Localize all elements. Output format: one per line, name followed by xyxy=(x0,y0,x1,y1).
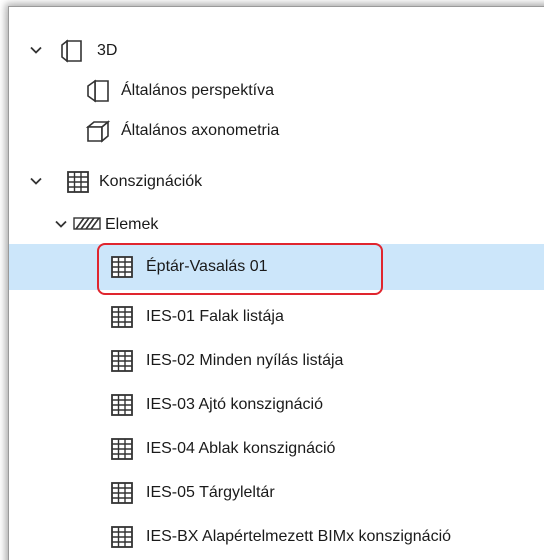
schedule-grid-icon xyxy=(109,304,135,330)
tree-item-label: IES-04 Ablak konszignáció xyxy=(146,440,336,457)
schedule-grid-icon xyxy=(109,348,135,374)
tree-group-label: Konszignációk xyxy=(99,173,203,190)
schedule-grid-icon xyxy=(109,480,135,506)
schedule-grid-icon xyxy=(109,436,135,462)
tree-item-schedule[interactable]: IES-01 Falak listája xyxy=(9,297,544,337)
tree-item-label: IES-02 Minden nyílás listája xyxy=(146,352,344,369)
chevron-down-icon[interactable] xyxy=(54,217,68,231)
tree-item-label: IES-BX Alapértelmezett BIMx konszignáció xyxy=(146,528,452,545)
chevron-down-icon[interactable] xyxy=(29,174,43,188)
tree-item-schedule[interactable]: IES-03 Ajtó konszignáció xyxy=(9,385,544,425)
tree-item-schedule[interactable]: IES-05 Tárgyleltár xyxy=(9,473,544,513)
tree-subgroup-label: Elemek xyxy=(105,216,159,233)
tree-group-3d[interactable]: 3D xyxy=(9,31,544,71)
tree-item-label: Általános axonometria xyxy=(121,122,280,139)
schedule-grid-icon xyxy=(109,254,135,280)
schedule-grid-icon xyxy=(65,169,91,195)
tree-subgroup-elements[interactable]: Elemek xyxy=(9,205,544,245)
tree-item-schedule[interactable]: IES-04 Ablak konszignáció xyxy=(9,429,544,469)
tree-item-label: Éptár-Vasalás 01 xyxy=(146,258,268,275)
tree-item-perspective[interactable]: Általános perspektíva xyxy=(9,71,544,111)
tree-item-schedule-selected[interactable]: Éptár-Vasalás 01 xyxy=(9,244,544,290)
axonometry-icon xyxy=(85,118,111,144)
3d-view-icon xyxy=(59,38,85,64)
navigator-tree-panel: 3D Általános perspektíva Általános axono… xyxy=(8,6,544,560)
tree-group-schedules[interactable]: Konszignációk xyxy=(9,162,544,202)
tree-item-label: Általános perspektíva xyxy=(121,82,274,99)
tree-item-axonometry[interactable]: Általános axonometria xyxy=(9,111,544,151)
tree-item-label: IES-05 Tárgyleltár xyxy=(146,484,275,501)
tree-item-label: IES-01 Falak listája xyxy=(146,308,284,325)
tree-item-schedule[interactable]: IES-02 Minden nyílás listája xyxy=(9,341,544,381)
tree-group-label: 3D xyxy=(97,42,118,59)
tree-item-label: IES-03 Ajtó konszignáció xyxy=(146,396,323,413)
perspective-icon xyxy=(85,78,111,104)
tree-item-schedule[interactable]: IES-BX Alapértelmezett BIMx konszignáció xyxy=(9,517,544,557)
schedule-grid-icon xyxy=(109,524,135,550)
chevron-down-icon[interactable] xyxy=(29,43,43,57)
hatched-element-icon xyxy=(73,216,101,232)
schedule-grid-icon xyxy=(109,392,135,418)
